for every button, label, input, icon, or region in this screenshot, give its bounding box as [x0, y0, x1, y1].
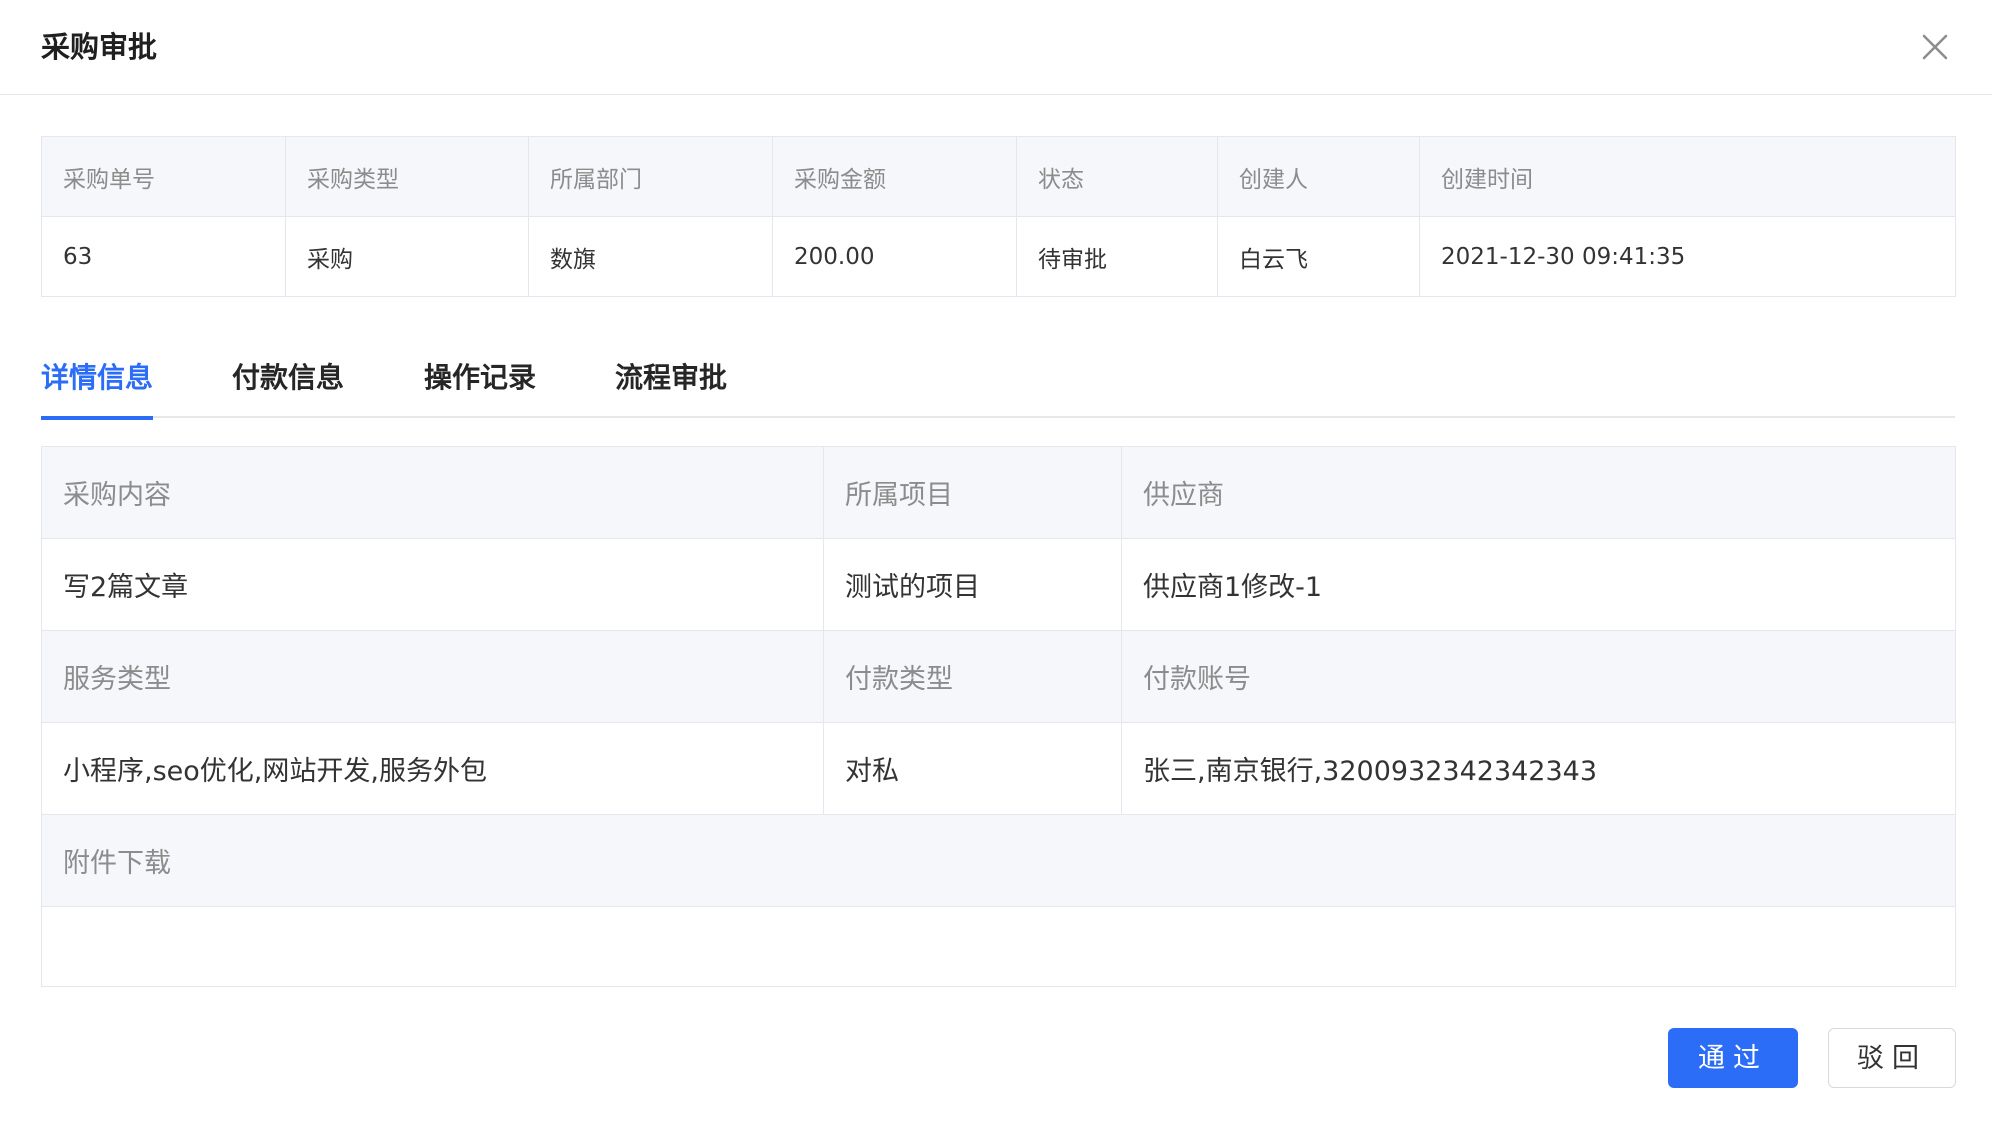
detail-tabs: 详情信息 付款信息 操作记录 流程审批	[41, 350, 1955, 420]
department: 数旗	[528, 216, 773, 297]
detail-label-row: 服务类型 付款类型 付款账号	[41, 630, 1956, 723]
purchase-amount: 200.00	[772, 216, 1017, 297]
detail-table: 采购内容 所属项目 供应商 写2篇文章 测试的项目 供应商1修改-1 服务类型 …	[41, 446, 1956, 987]
payment-type: 对私	[823, 722, 1122, 815]
detail-value-row: 小程序,seo优化,网站开发,服务外包 对私 张三,南京银行,320093234…	[41, 722, 1956, 815]
purchase-type: 采购	[285, 216, 529, 297]
approve-button[interactable]: 通过	[1668, 1028, 1798, 1088]
close-icon	[1922, 34, 1948, 60]
order-summary-table: 采购单号 采购类型 所属部门 采购金额 状态 创建人 创建时间 63 采购 数旗…	[41, 136, 1956, 297]
purchase-approval-dialog: 采购审批 采购单号 采购类型 所属部门 采购金额 状态 创建人 创建时间 63 …	[0, 0, 1992, 1128]
attachment-row	[41, 906, 1956, 987]
dialog-title: 采购审批	[41, 30, 158, 64]
attachment-area	[41, 906, 1956, 987]
summary-header-cell: 采购金额	[772, 136, 1017, 217]
reject-button[interactable]: 驳回	[1828, 1028, 1956, 1088]
summary-header-row: 采购单号 采购类型 所属部门 采购金额 状态 创建人 创建时间	[41, 136, 1956, 217]
tab-operation-log[interactable]: 操作记录	[424, 358, 536, 398]
detail-label: 所属项目	[823, 446, 1122, 539]
creator-name: 白云飞	[1217, 216, 1420, 297]
supplier-name: 供应商1修改-1	[1121, 538, 1956, 631]
detail-label: 服务类型	[41, 630, 824, 723]
tab-label: 流程审批	[615, 361, 728, 394]
status-text: 待审批	[1016, 216, 1218, 297]
detail-label: 采购内容	[41, 446, 824, 539]
service-types: 小程序,seo优化,网站开发,服务外包	[41, 722, 824, 815]
detail-label: 付款账号	[1121, 630, 1956, 723]
close-button[interactable]	[1918, 30, 1952, 64]
summary-header-cell: 创建时间	[1419, 136, 1956, 217]
order-number: 63	[41, 216, 286, 297]
summary-header-cell: 采购单号	[41, 136, 286, 217]
project-name: 测试的项目	[823, 538, 1122, 631]
tab-payment[interactable]: 付款信息	[232, 358, 344, 398]
summary-header-cell: 所属部门	[528, 136, 773, 217]
purchase-content: 写2篇文章	[41, 538, 824, 631]
detail-label: 供应商	[1121, 446, 1956, 539]
tab-label: 详情信息	[41, 361, 154, 394]
summary-value-row: 63 采购 数旗 200.00 待审批 白云飞 2021-12-30 09:41…	[41, 216, 1956, 297]
tab-label: 付款信息	[232, 361, 345, 394]
tab-label: 操作记录	[424, 361, 537, 394]
payment-account: 张三,南京银行,3200932342342343	[1121, 722, 1956, 815]
dialog-header: 采购审批	[0, 0, 1992, 95]
summary-header-cell: 创建人	[1217, 136, 1420, 217]
detail-label: 付款类型	[823, 630, 1122, 723]
summary-header-cell: 采购类型	[285, 136, 529, 217]
active-tab-indicator	[41, 416, 153, 420]
tab-details[interactable]: 详情信息	[41, 358, 154, 420]
attachment-label: 附件下载	[41, 814, 1956, 907]
detail-value-row: 写2篇文章 测试的项目 供应商1修改-1	[41, 538, 1956, 631]
tab-workflow[interactable]: 流程审批	[615, 358, 727, 398]
summary-header-cell: 状态	[1016, 136, 1218, 217]
detail-label-row: 采购内容 所属项目 供应商	[41, 446, 1956, 539]
created-time: 2021-12-30 09:41:35	[1419, 216, 1956, 297]
attachment-label-row: 附件下载	[41, 814, 1956, 907]
